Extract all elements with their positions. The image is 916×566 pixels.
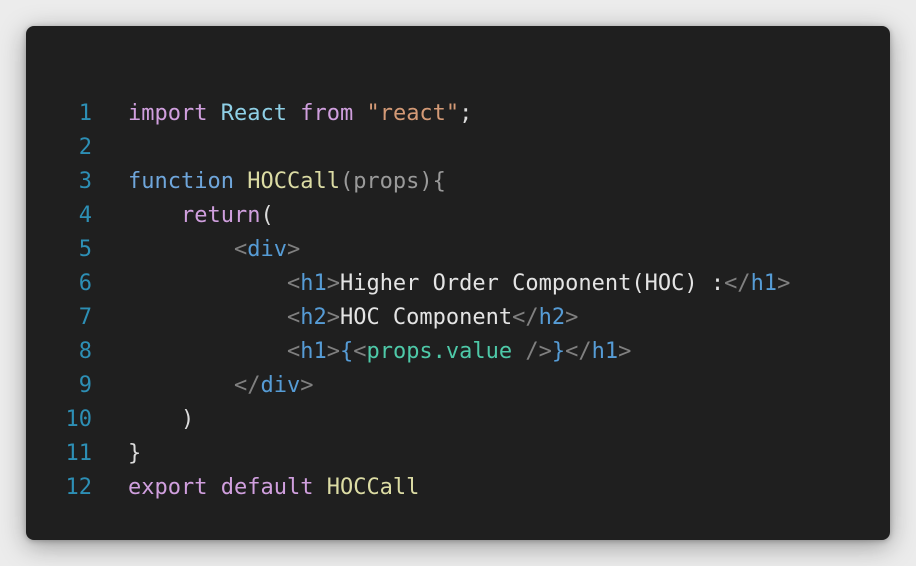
code-token: HOCCall — [326, 475, 420, 500]
code-token: < — [233, 237, 248, 262]
code-token: props — [353, 169, 420, 194]
code-token: < — [353, 339, 367, 364]
line-number: 5 — [78, 237, 92, 262]
code-token: ) — [180, 407, 195, 432]
code-line: 7 <h2>HOC Component</h2> — [26, 301, 890, 335]
code-token: { — [339, 339, 354, 364]
code-text: <h1>{<props.value />}</h1> — [128, 335, 631, 369]
code-token: "react" — [366, 101, 460, 126]
code-token: } — [128, 441, 142, 466]
code-line: 11} — [26, 437, 890, 471]
code-token: > — [326, 339, 340, 364]
code-token: from — [300, 101, 354, 126]
code-text: <h2>HOC Component</h2> — [128, 301, 578, 335]
code-token: </ — [565, 339, 592, 364]
code-token: React — [220, 101, 287, 126]
code-token: > — [286, 237, 301, 262]
code-text: function HOCCall(props){ — [128, 165, 446, 199]
code-token: h1 — [750, 271, 778, 296]
code-line: 10 ) — [26, 403, 890, 437]
code-token: import — [128, 101, 208, 126]
code-token: </ — [512, 305, 539, 330]
code-token: h2 — [538, 305, 566, 330]
line-number: 12 — [65, 475, 93, 500]
code-window: 1 import React from "react"; 2 3 function HO… — [26, 26, 890, 540]
code-token: } — [551, 339, 566, 364]
code-line: 12 export default HOCCall — [26, 471, 890, 505]
code-text: <div> — [128, 233, 300, 267]
code-token: h2 — [300, 305, 327, 330]
code-token: > — [300, 373, 314, 398]
code-token: return — [180, 203, 261, 228]
line-number: 7 — [78, 305, 92, 330]
line-number: 8 — [78, 339, 92, 364]
code-token: export — [128, 475, 208, 500]
code-block: 1 import React from "react"; 2 3 function HO… — [26, 97, 890, 505]
code-text: } — [128, 437, 141, 471]
code-token: < — [286, 271, 301, 296]
code-token: < — [286, 339, 301, 364]
code-line: 2 — [26, 131, 890, 165]
code-token: Higher Order Component(HOC) : — [339, 271, 725, 296]
code-token: function — [128, 169, 234, 194]
code-token: HOCCall — [247, 169, 340, 194]
code-line: 9 </div> — [26, 369, 890, 403]
code-token: < — [286, 305, 301, 330]
line-number: 10 — [65, 407, 93, 432]
code-token: ( — [260, 203, 274, 228]
line-number: 4 — [78, 203, 92, 228]
code-token: ( — [339, 169, 354, 194]
code-text: </div> — [128, 369, 314, 403]
code-text: return( — [128, 199, 274, 233]
code-text: <h1>Higher Order Component(HOC) :</h1> — [128, 267, 790, 301]
code-token: HOC Component — [339, 305, 513, 330]
code-token: h1 — [300, 271, 327, 296]
code-line: 4 return( — [26, 199, 890, 233]
code-line: 3 function HOCCall(props){ — [26, 165, 890, 199]
code-token: > — [326, 271, 340, 296]
code-token: ; — [459, 101, 473, 126]
code-line: 5 <div> — [26, 233, 890, 267]
line-number: 2 — [78, 135, 92, 160]
line-number: 6 — [78, 271, 92, 296]
code-token: props.value — [366, 339, 513, 364]
code-token: > — [777, 271, 791, 296]
code-token: h1 — [591, 339, 619, 364]
code-text: export default HOCCall — [128, 471, 419, 505]
code-line: 6 <h1>Higher Order Component(HOC) :</h1> — [26, 267, 890, 301]
code-line: 1 import React from "react"; — [26, 97, 890, 131]
line-number: 9 — [78, 373, 92, 398]
code-line: 8 <h1>{<props.value />}</h1> — [26, 335, 890, 369]
code-text: import React from "react"; — [128, 97, 472, 131]
line-number: 1 — [78, 101, 92, 126]
code-token: div — [247, 237, 287, 262]
code-token: > — [326, 305, 340, 330]
code-token: default — [220, 475, 314, 500]
code-token: ){ — [419, 169, 446, 194]
code-text: ) — [128, 403, 194, 437]
code-token: > — [618, 339, 632, 364]
line-number: 3 — [78, 169, 92, 194]
code-token: div — [260, 373, 301, 398]
code-token: </ — [233, 373, 261, 398]
line-number: 11 — [65, 441, 93, 466]
code-token: </ — [724, 271, 751, 296]
code-token: > — [565, 305, 579, 330]
code-token: h1 — [300, 339, 327, 364]
code-token: /> — [512, 339, 552, 364]
